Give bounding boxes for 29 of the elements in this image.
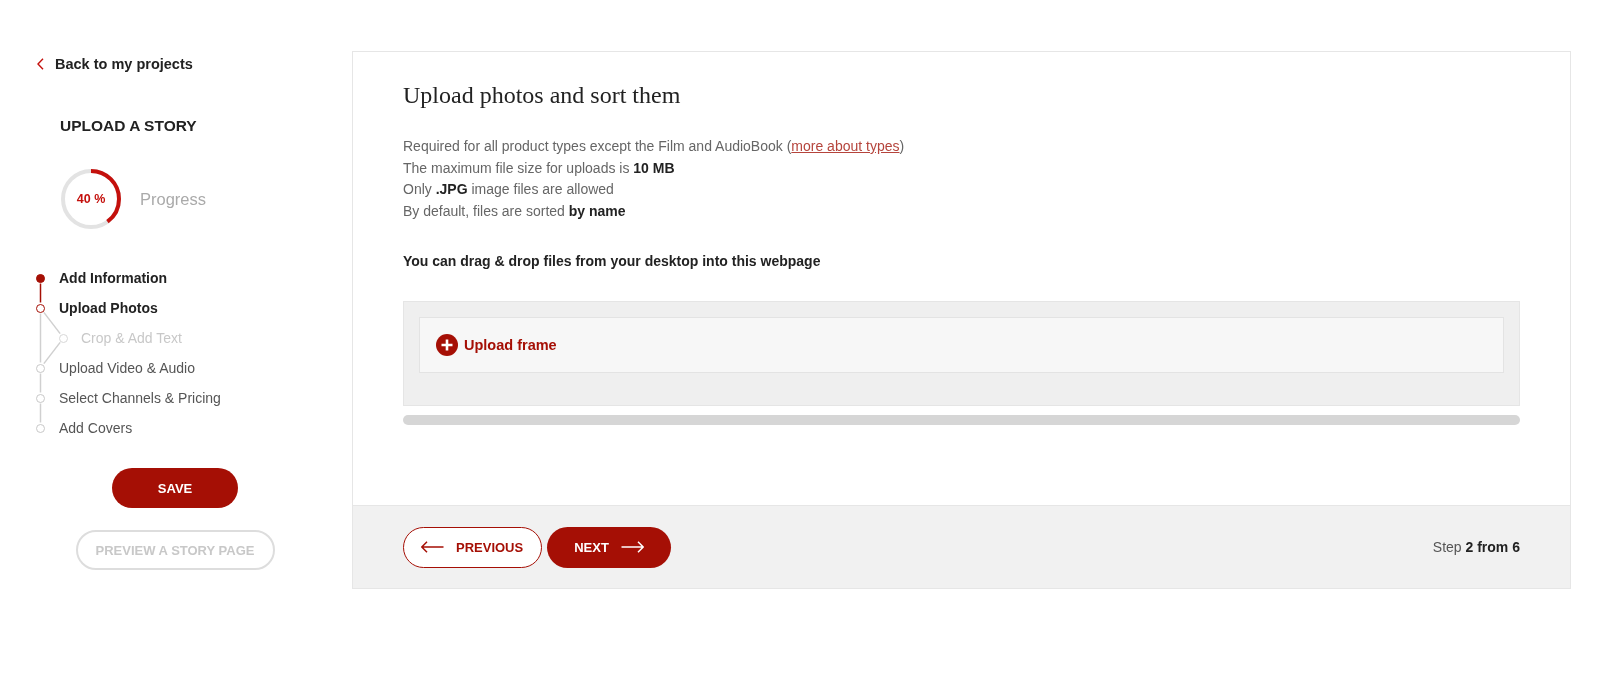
- back-link[interactable]: Back to my projects: [37, 54, 193, 74]
- sidebar-title: UPLOAD A STORY: [60, 116, 197, 136]
- info-text: The maximum file size for uploads is 10 MB: [403, 158, 675, 178]
- info-text: Required for all product types except the Film and AudioBook (more about types): [403, 137, 905, 156]
- progress-percent: 40 %: [76, 192, 106, 206]
- step-link[interactable]: Add Information: [59, 270, 168, 286]
- upload-frame-button[interactable]: Upload frame: [436, 334, 557, 356]
- step-link[interactable]: Add Covers: [59, 420, 133, 436]
- step-counter: Step 2 from 6: [1432, 539, 1520, 555]
- step-link[interactable]: Select Channels & Pricing: [59, 390, 221, 406]
- arrow-left-icon: [421, 541, 444, 553]
- more-about-types-link[interactable]: more about types: [791, 138, 900, 154]
- arrow-right-icon: [620, 541, 644, 553]
- info-text: By default, files are sorted by name: [403, 201, 626, 221]
- info-text: Only .JPG image files are allowed: [403, 180, 614, 199]
- step-link[interactable]: Upload Photos: [59, 300, 158, 316]
- step-connector-line: [39, 403, 42, 423]
- page-title: Upload photos and sort them: [403, 81, 681, 110]
- caret-left-icon: [37, 58, 44, 70]
- progress-label: Progress: [140, 189, 207, 209]
- horizontal-scrollbar[interactable]: [403, 415, 1520, 425]
- next-button[interactable]: NEXT: [547, 526, 671, 568]
- step-link[interactable]: Upload Video & Audio: [59, 360, 195, 376]
- save-button[interactable]: SAVE: [112, 468, 238, 508]
- step-connector-line: [39, 283, 42, 303]
- drag-drop-hint: You can drag & drop files from your desktop into this webpage: [403, 252, 821, 271]
- step-connector-line: [39, 373, 42, 393]
- plus-circle-icon: [436, 334, 458, 356]
- previous-button[interactable]: PREVIOUS: [403, 526, 543, 568]
